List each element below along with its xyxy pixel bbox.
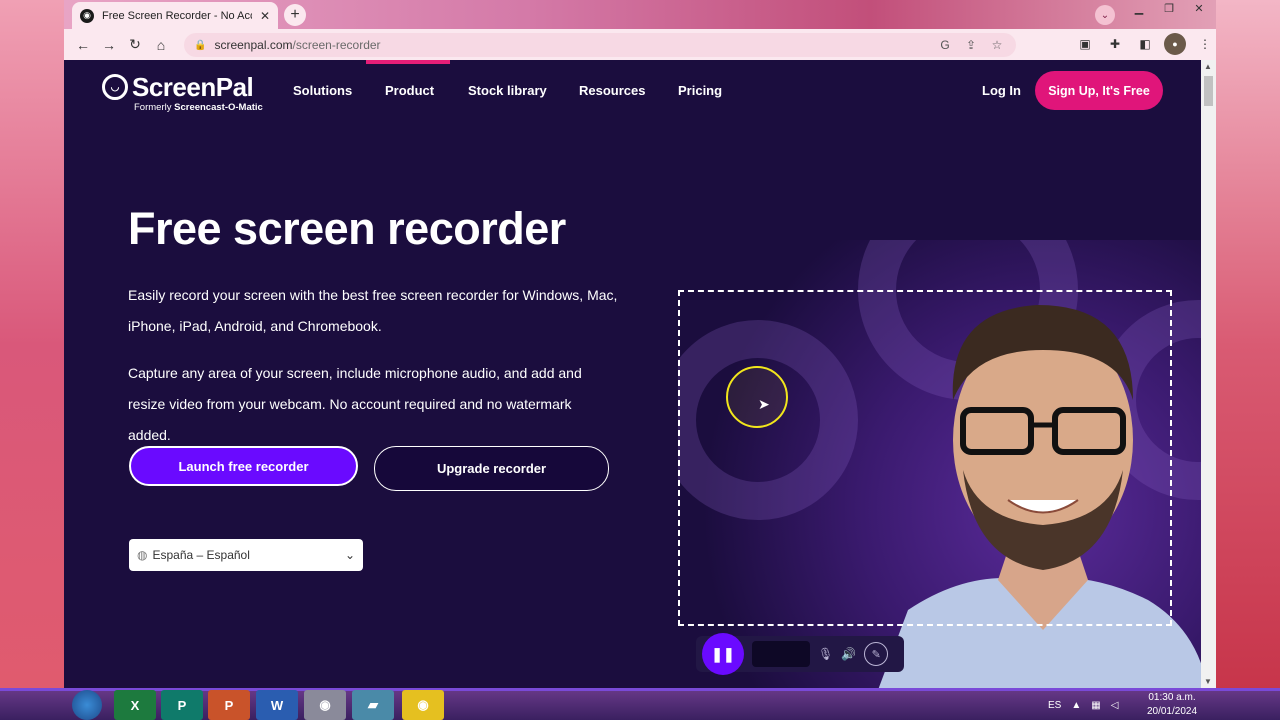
chrome-icon[interactable]: ◉	[304, 690, 346, 720]
close-window-icon[interactable]: ✕	[1184, 0, 1214, 16]
screenpal-taskbar-icon[interactable]: ◉	[402, 690, 444, 720]
page-scrollbar[interactable]: ▲ ▼	[1201, 60, 1216, 688]
logo-sub-prefix: Formerly	[134, 102, 175, 113]
tab-strip: ◉ Free Screen Recorder - No Accou ✕ + ⌄ …	[64, 0, 1216, 29]
network-icon[interactable]: ▦	[1091, 700, 1100, 711]
scrollbar-thumb[interactable]	[1204, 76, 1213, 106]
lock-icon: 🔒	[194, 39, 207, 51]
hero-visual: ➤	[678, 240, 1201, 688]
nav-stock-library[interactable]: Stock library	[468, 83, 547, 98]
hero-paragraph-1: Easily record your screen with the best …	[128, 287, 618, 334]
toolbar-right-icons: ▣ ✚ ◧ ● ⋮	[1074, 33, 1216, 55]
nav-solutions[interactable]: Solutions	[293, 83, 352, 98]
product-active-indicator	[366, 60, 450, 64]
recording-timer	[752, 641, 810, 667]
logo-sub-bold: Screencast-O-Matic	[174, 102, 263, 113]
draw-pen-icon[interactable]: ✎	[864, 642, 889, 666]
nav-pricing[interactable]: Pricing	[678, 83, 722, 98]
cursor-highlight-ring	[726, 366, 788, 428]
upgrade-recorder-button[interactable]: Upgrade recorder	[374, 446, 609, 491]
app-icon[interactable]: ▰	[352, 690, 394, 720]
chevron-down-icon: ⌄	[344, 548, 355, 562]
home-icon[interactable]: ⌂	[148, 32, 174, 58]
microphone-icon[interactable]: 🎙	[818, 647, 833, 661]
close-tab-icon[interactable]: ✕	[260, 9, 270, 23]
clock-time: 01:30 a.m.	[1148, 692, 1196, 703]
web-page: ◡ ScreenPal Formerly Screencast-O-Matic …	[64, 60, 1201, 688]
scroll-up-icon[interactable]: ▲	[1204, 62, 1212, 71]
speaker-icon[interactable]: 🔊	[841, 647, 856, 661]
maximize-icon[interactable]: ❐	[1154, 0, 1184, 16]
menu-kebab-icon[interactable]: ⋮	[1194, 33, 1216, 55]
hero-paragraph-2: Capture any area of your screen, include…	[128, 365, 582, 443]
logo-mark-icon: ◡	[102, 74, 128, 100]
window-controls: ▁ ❐ ✕	[1124, 0, 1214, 18]
login-link[interactable]: Log In	[982, 83, 1021, 98]
language-select[interactable]: ◍ España – Español ⌄	[129, 539, 363, 571]
tab-search-chevron-icon[interactable]: ⌄	[1095, 5, 1115, 25]
clock[interactable]: 01:30 a.m. 20/01/2024	[1140, 690, 1204, 720]
excel-icon[interactable]: X	[114, 690, 156, 720]
volume-icon[interactable]: ◁	[1111, 700, 1119, 711]
language-select-value: España – Español	[152, 548, 250, 562]
powerpoint-icon[interactable]: P	[208, 690, 250, 720]
nav-resources[interactable]: Resources	[579, 83, 645, 98]
scroll-down-icon[interactable]: ▼	[1204, 677, 1212, 686]
minimize-icon[interactable]: ▁	[1124, 0, 1154, 16]
start-button[interactable]	[72, 690, 102, 720]
google-icon[interactable]: G	[936, 38, 954, 52]
logo-wordmark: ScreenPal	[132, 72, 254, 102]
word-icon[interactable]: W	[256, 690, 298, 720]
profile-avatar[interactable]: ●	[1164, 33, 1186, 55]
forward-arrow-icon[interactable]: →	[96, 32, 122, 58]
new-tab-button[interactable]: +	[284, 4, 306, 26]
mouse-cursor-icon: ➤	[758, 396, 770, 412]
pause-button[interactable]: ❚❚	[702, 633, 744, 675]
address-bar[interactable]: 🔒 screenpal.com/screen-recorder G ⇪ ☆	[184, 33, 1016, 57]
publisher-icon[interactable]: P	[161, 690, 203, 720]
signup-button[interactable]: Sign Up, It's Free	[1035, 71, 1163, 110]
recorder-control-bar: ❚❚ 🎙 🔊 ✎	[696, 633, 904, 675]
browser-tab[interactable]: ◉ Free Screen Recorder - No Accou ✕	[72, 2, 278, 29]
reload-icon[interactable]: ↻	[122, 32, 148, 58]
desktop-right-strip	[1216, 0, 1280, 690]
extensions-puzzle-icon[interactable]: ✚	[1104, 33, 1126, 55]
clock-date: 20/01/2024	[1146, 706, 1198, 717]
desktop-left-strip	[0, 0, 64, 690]
input-language[interactable]: ES	[1048, 700, 1061, 711]
share-icon[interactable]: ⇪	[962, 38, 980, 52]
url-text: screenpal.com/screen-recorder	[214, 38, 928, 52]
url-path: /screen-recorder	[292, 38, 381, 52]
side-panel-icon[interactable]: ◧	[1134, 33, 1156, 55]
store-icon[interactable]: ▣	[1074, 33, 1096, 55]
back-arrow-icon[interactable]: ←	[70, 32, 96, 58]
recording-area-frame[interactable]	[678, 290, 1172, 626]
tab-title: Free Screen Recorder - No Accou	[102, 9, 252, 22]
browser-toolbar: ← → ↻ ⌂ 🔒 screenpal.com/screen-recorder …	[64, 29, 1216, 60]
browser-window: ◉ Free Screen Recorder - No Accou ✕ + ⌄ …	[64, 0, 1216, 688]
site-header: ◡ ScreenPal Formerly Screencast-O-Matic …	[64, 60, 1201, 122]
hero-title: Free screen recorder	[128, 203, 566, 254]
bookmark-star-icon[interactable]: ☆	[988, 38, 1006, 52]
url-host: screenpal.com	[214, 38, 293, 52]
screenpal-favicon-icon: ◉	[80, 8, 94, 23]
globe-icon: ◍	[137, 548, 148, 562]
logo-subtitle: Formerly Screencast-O-Matic	[134, 102, 263, 113]
tray-expand-icon[interactable]: ▲	[1071, 700, 1081, 711]
nav-product[interactable]: Product	[385, 83, 434, 98]
launch-recorder-button[interactable]: Launch free recorder	[129, 446, 358, 486]
